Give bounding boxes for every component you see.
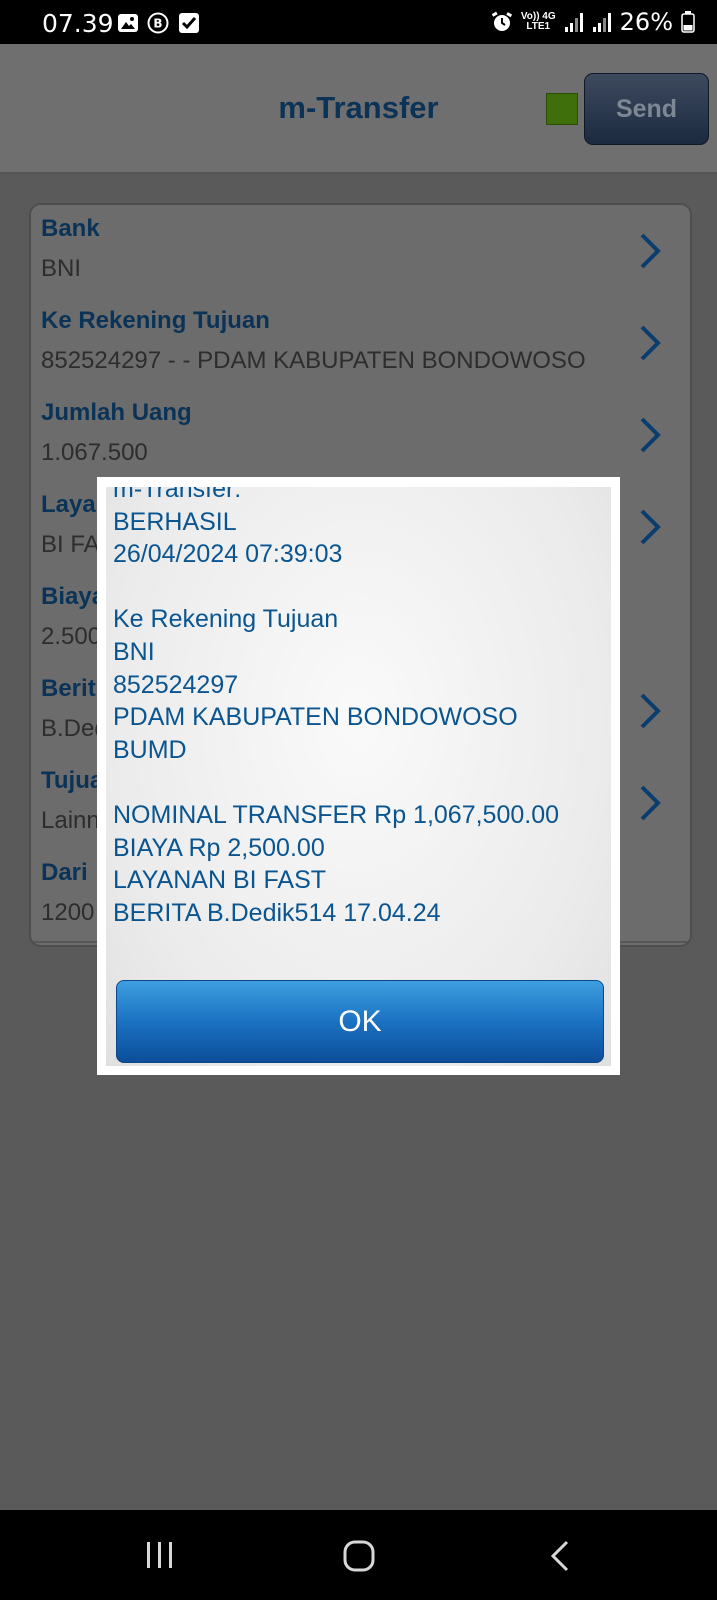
form-row-value: 2.500 [41, 623, 102, 650]
form-row-label: Dari [41, 859, 88, 886]
dialog-message-line: BNI [113, 637, 155, 666]
dialog-message-line: NOMINAL TRANSFER Rp 1,067,500.00 [113, 800, 560, 829]
form-row[interactable]: Bank BNI [31, 205, 690, 299]
ok-button[interactable]: OK [116, 980, 604, 1063]
send-button[interactable]: Send [584, 73, 709, 145]
form-row-value: BI FA [41, 531, 100, 558]
dialog-message-line: 852524297 [113, 670, 239, 699]
dialog-message-line: BUMD [113, 735, 187, 764]
checkbox-icon [179, 13, 199, 33]
dialog-message-line [113, 571, 559, 604]
svg-text:B: B [153, 17, 162, 31]
network-indicator: Vo)) 4G LTE1 [521, 12, 556, 32]
recent-apps-icon[interactable] [143, 1540, 177, 1570]
form-row[interactable]: Jumlah Uang 1.067.500 [31, 389, 690, 483]
dialog-message-line: 26/04/2024 07:39:03 [113, 540, 343, 569]
form-row-value: 852524297 - - PDAM KABUPATEN BONDOWOSO [41, 347, 586, 374]
alarm-icon [491, 11, 512, 31]
dialog-message-line [113, 766, 559, 799]
status-time: 07.39 [42, 9, 114, 38]
b-app-icon: B [147, 12, 169, 34]
dialog-message-line: m-Transfer: [113, 487, 242, 503]
form-row-label: Ke Rekening Tujuan [41, 307, 270, 334]
dialog-message-line: Ke Rekening Tujuan [113, 605, 339, 634]
back-icon[interactable] [549, 1540, 571, 1572]
dialog-message-scroll[interactable]: m-Transfer: BERHASIL 26/04/2024 07:39:03 Ke… [106, 487, 611, 934]
gallery-icon [118, 14, 138, 32]
dialog-message: m-Transfer: BERHASIL 26/04/2024 07:39:03 Ke… [113, 487, 559, 929]
battery-icon [681, 11, 695, 33]
form-row-value: Lainn [41, 807, 100, 834]
dialog-message-line: BIAYA Rp 2,500.00 [113, 833, 325, 862]
signal-2-icon [592, 13, 611, 32]
chevron-right-icon [640, 325, 661, 361]
status-bar: 07.39 B Vo)) 4G LTE1 26% [0, 0, 717, 44]
form-row-label: Tujua [41, 767, 104, 794]
battery-percent: 26% [619, 8, 673, 36]
network-bottom-label: LTE1 [526, 21, 551, 32]
chevron-right-icon [640, 785, 661, 821]
dialog-message-line: LAYANAN BI FAST [113, 866, 327, 895]
result-dialog: m-Transfer: BERHASIL 26/04/2024 07:39:03 Ke… [97, 477, 620, 1075]
signal-1-icon [564, 13, 583, 32]
form-row-value: BNI [41, 255, 82, 282]
dialog-message-line: PDAM KABUPATEN BONDOWOSO [113, 703, 518, 732]
home-icon[interactable] [343, 1540, 375, 1572]
status-indicator [546, 93, 578, 125]
form-row-value: 1200 [41, 899, 95, 926]
form-row-label: Biaya [41, 583, 106, 610]
navigation-bar [0, 1510, 717, 1600]
dialog-message-line: BERITA B.Dedik514 17.04.24 [113, 898, 441, 927]
dialog-body: m-Transfer: BERHASIL 26/04/2024 07:39:03 Ke… [106, 487, 611, 1066]
form-row-label: Bank [41, 215, 100, 242]
chevron-right-icon [640, 233, 661, 269]
form-row-label: Berit [41, 675, 96, 702]
dialog-message-line: BERHASIL [113, 507, 237, 536]
form-row-label: Jumlah Uang [41, 399, 192, 426]
chevron-right-icon [640, 509, 661, 545]
form-row[interactable]: Ke Rekening Tujuan 852524297 - - PDAM KAB… [31, 297, 690, 391]
form-row-value: 1.067.500 [41, 439, 148, 466]
chevron-right-icon [640, 693, 661, 729]
chevron-right-icon [640, 417, 661, 453]
